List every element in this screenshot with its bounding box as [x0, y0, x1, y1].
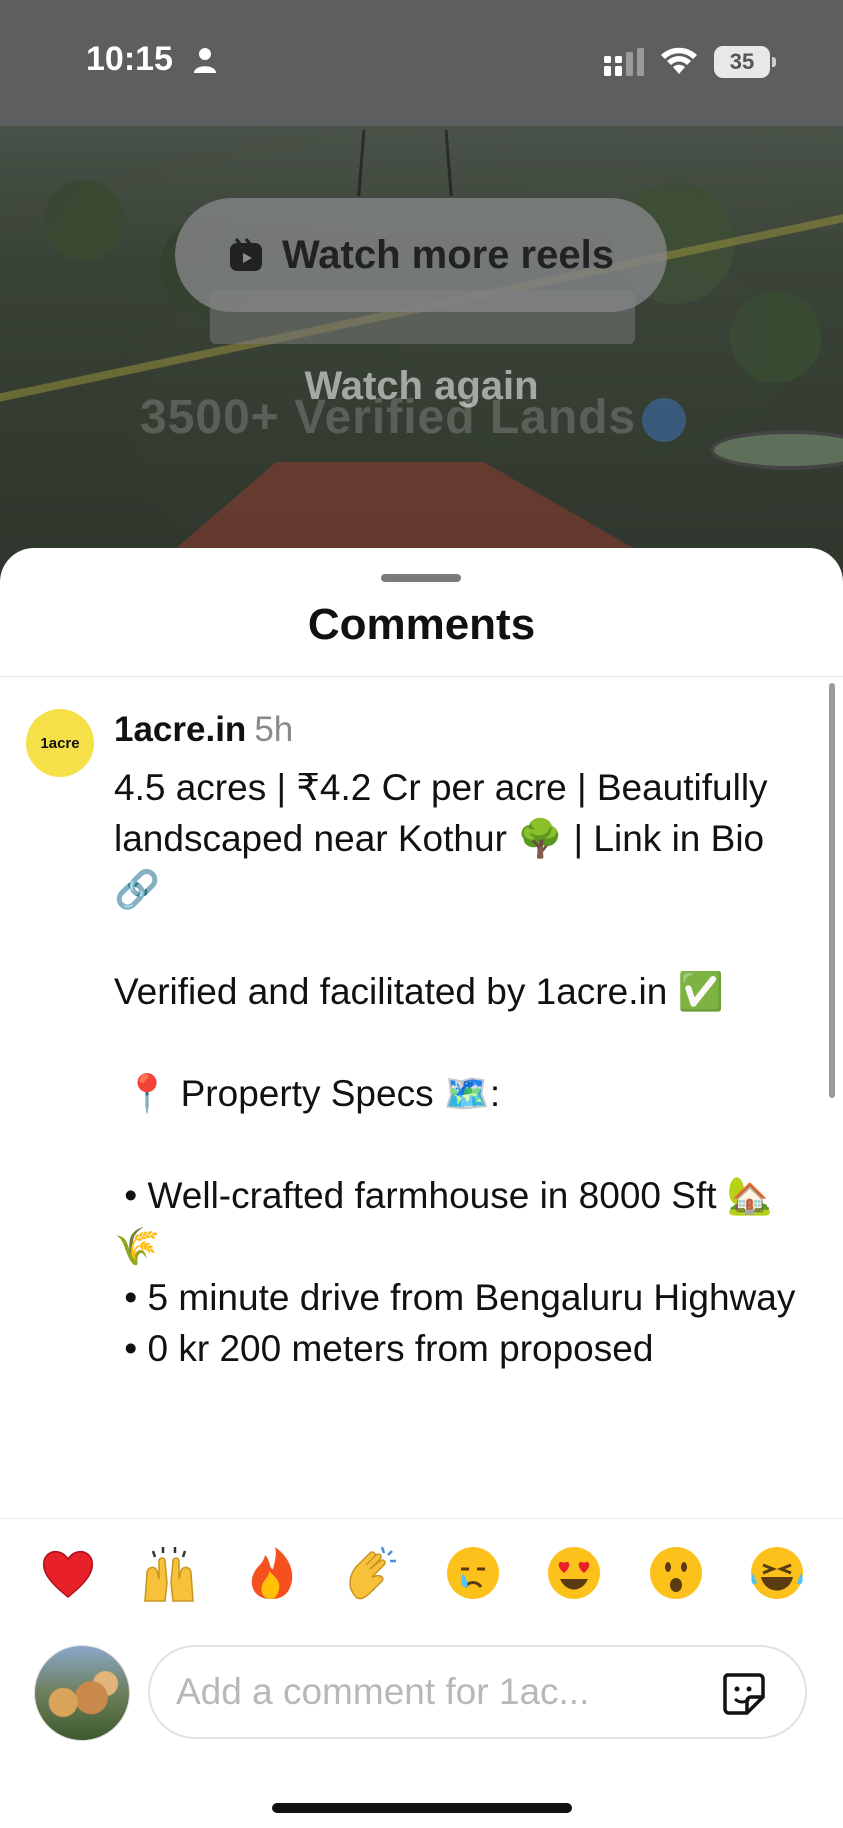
- person-icon: [194, 48, 216, 73]
- current-user-avatar[interactable]: [34, 1645, 130, 1741]
- fire-icon: [251, 1547, 292, 1599]
- heart-eyes-icon: [548, 1547, 601, 1599]
- heart-icon: [42, 1550, 94, 1598]
- reaction-laughing[interactable]: [745, 1541, 809, 1605]
- comment-input[interactable]: [176, 1647, 696, 1737]
- surprised-face-icon: [649, 1547, 702, 1599]
- home-indicator[interactable]: [272, 1803, 572, 1813]
- laughing-face-icon: [750, 1547, 803, 1599]
- comment-header: 1acre.in 5h: [114, 710, 293, 750]
- reaction-fire[interactable]: [239, 1541, 303, 1605]
- raising-hands-icon: [144, 1547, 195, 1602]
- cellular-signal-icon: [604, 48, 644, 76]
- comment-input-box[interactable]: [148, 1645, 807, 1739]
- comments-scrollbar[interactable]: [829, 683, 835, 1098]
- wifi-icon: [661, 47, 697, 74]
- sticker-icon[interactable]: [719, 1669, 767, 1717]
- reaction-surprised[interactable]: [644, 1541, 708, 1605]
- sheet-divider: [0, 676, 843, 677]
- reaction-clapping[interactable]: [340, 1541, 404, 1605]
- quick-reactions: [0, 1541, 843, 1611]
- reaction-crying[interactable]: [441, 1541, 505, 1605]
- status-time: 10:15: [86, 40, 173, 78]
- watch-more-reels-button[interactable]: Watch more reels: [175, 198, 667, 312]
- avatar-logo-text: 1acre: [40, 734, 80, 752]
- battery-indicator: 35: [714, 46, 776, 78]
- crying-face-icon: [447, 1547, 500, 1599]
- comment-timestamp: 5h: [254, 710, 294, 749]
- comment-composer-area: [0, 1518, 843, 1828]
- comment-avatar[interactable]: 1acre: [26, 709, 94, 777]
- sheet-grabber[interactable]: [381, 574, 461, 582]
- video-tower: [357, 129, 453, 196]
- watch-again-button[interactable]: Watch again: [0, 364, 843, 409]
- reaction-heart-eyes[interactable]: [542, 1541, 606, 1605]
- reaction-heart[interactable]: [36, 1541, 100, 1605]
- reels-icon: [230, 238, 262, 271]
- status-bar: 10:15 35: [0, 0, 843, 126]
- watch-more-reels-label: Watch more reels: [282, 232, 614, 277]
- comment-username[interactable]: 1acre.in: [114, 710, 246, 749]
- clapping-hands-icon: [349, 1546, 396, 1600]
- comment-text: 4.5 acres | ₹4.2 Cr per acre | Beautiful…: [114, 767, 796, 1369]
- reaction-raising-hands[interactable]: [137, 1541, 201, 1605]
- sheet-title: Comments: [307, 600, 536, 649]
